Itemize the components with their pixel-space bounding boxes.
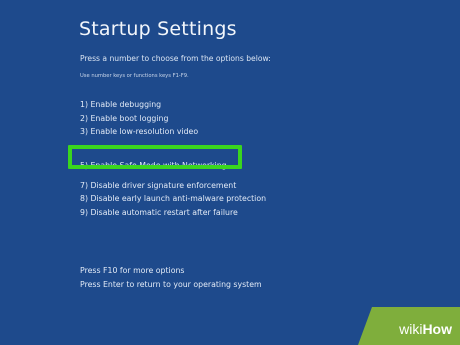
wikihow-logo: wikiHow xyxy=(399,321,452,337)
wikihow-watermark: wikiHow xyxy=(358,307,460,345)
option-enable-debugging[interactable]: 1) Enable debugging xyxy=(80,98,266,112)
option-disable-early-launch-antimalware[interactable]: 8) Disable early launch anti-malware pro… xyxy=(80,192,266,206)
selection-highlight-box xyxy=(68,145,242,169)
option-disable-driver-signature[interactable]: 7) Disable driver signature enforcement xyxy=(80,179,266,193)
instruction-text: Press a number to choose from the option… xyxy=(80,54,271,63)
page-title: Startup Settings xyxy=(79,18,237,40)
more-options-text: Press F10 for more options xyxy=(80,266,185,275)
return-to-os-text: Press Enter to return to your operating … xyxy=(80,280,262,289)
hint-text: Use number keys or functions keys F1-F9. xyxy=(80,73,189,79)
wikihow-logo-how: How xyxy=(422,321,452,337)
option-enable-low-resolution-video[interactable]: 3) Enable low-resolution video xyxy=(80,125,266,139)
option-disable-automatic-restart[interactable]: 9) Disable automatic restart after failu… xyxy=(80,206,266,220)
wikihow-logo-wiki: wiki xyxy=(399,321,423,337)
option-enable-boot-logging[interactable]: 2) Enable boot logging xyxy=(80,112,266,126)
footer-instructions: Press F10 for more options Press Enter t… xyxy=(80,264,262,292)
